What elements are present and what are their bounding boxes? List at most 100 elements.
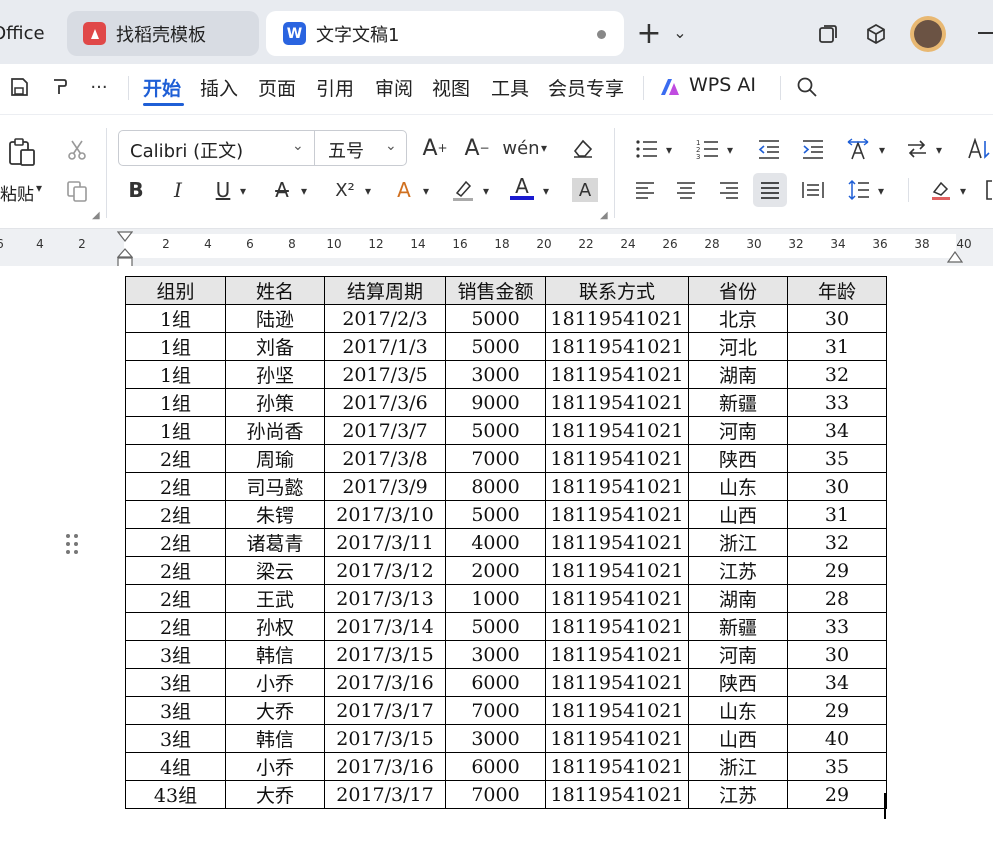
- tab-tools[interactable]: 工具: [491, 74, 529, 101]
- tab-membership[interactable]: 会员专享: [548, 74, 624, 101]
- underline-button[interactable]: U: [211, 177, 235, 203]
- table-cell[interactable]: 7000: [445, 444, 546, 473]
- line-spacing-dropdown-icon[interactable]: ▾: [875, 181, 887, 201]
- minimize-icon[interactable]: [978, 32, 993, 34]
- table-cell[interactable]: 18119541021: [545, 752, 689, 781]
- cube-icon[interactable]: [864, 22, 888, 46]
- bullet-list-dropdown-icon[interactable]: ▾: [663, 140, 675, 160]
- table-cell[interactable]: 29: [787, 780, 887, 809]
- align-left-icon[interactable]: [633, 178, 657, 202]
- table-cell[interactable]: 35: [787, 444, 887, 473]
- tab-list-dropdown-icon[interactable]: ⌄: [670, 20, 690, 44]
- table-cell[interactable]: 5000: [445, 332, 546, 361]
- underline-dropdown-icon[interactable]: ▾: [237, 181, 249, 201]
- decrease-indent-icon[interactable]: [756, 136, 782, 162]
- table-cell[interactable]: 7000: [445, 780, 546, 809]
- table-cell[interactable]: 1000: [445, 584, 546, 613]
- table-cell[interactable]: 山西: [688, 500, 788, 529]
- table-cell[interactable]: 43组: [125, 780, 226, 809]
- align-right-icon[interactable]: [717, 178, 741, 202]
- table-cell[interactable]: 2017/3/17: [324, 696, 446, 725]
- table-cell[interactable]: 2组: [125, 612, 226, 641]
- table-cell[interactable]: 33: [787, 612, 887, 641]
- table-cell[interactable]: 2组: [125, 528, 226, 557]
- distributed-align-icon[interactable]: [800, 178, 826, 202]
- phonetic-guide-icon[interactable]: wén: [502, 135, 539, 161]
- increase-indent-icon[interactable]: [800, 136, 826, 162]
- tab-wps-ai[interactable]: WPS AI: [689, 74, 756, 96]
- table-cell[interactable]: 山西: [688, 724, 788, 753]
- cut-icon[interactable]: [63, 136, 91, 164]
- table-cell[interactable]: 韩信: [225, 640, 325, 669]
- table-cell[interactable]: 18119541021: [545, 500, 689, 529]
- table-cell[interactable]: 河南: [688, 640, 788, 669]
- paste-icon[interactable]: [4, 134, 40, 170]
- text-direction-dropdown-icon[interactable]: ▾: [876, 140, 888, 160]
- strike-dropdown-icon[interactable]: ▾: [298, 181, 310, 201]
- justify-button[interactable]: [753, 173, 787, 207]
- table-cell[interactable]: 小乔: [225, 668, 325, 697]
- tab-office[interactable]: Office: [0, 11, 55, 56]
- strikethrough-button[interactable]: A: [270, 177, 294, 203]
- header-cell[interactable]: 省份: [688, 276, 788, 305]
- table-cell[interactable]: 1组: [125, 304, 226, 333]
- text-direction-icon[interactable]: [844, 136, 872, 162]
- table-cell[interactable]: 小乔: [225, 752, 325, 781]
- table-cell[interactable]: 18119541021: [545, 472, 689, 501]
- text-effect-button[interactable]: A: [392, 177, 416, 203]
- tab-view[interactable]: 视图: [432, 74, 470, 101]
- table-cell[interactable]: 新疆: [688, 388, 788, 417]
- table-cell[interactable]: 3组: [125, 668, 226, 697]
- table-cell[interactable]: 江苏: [688, 780, 788, 809]
- tab-home[interactable]: 开始: [143, 74, 181, 101]
- table-cell[interactable]: 2000: [445, 556, 546, 585]
- table-cell[interactable]: 18119541021: [545, 304, 689, 333]
- table-cell[interactable]: 1组: [125, 360, 226, 389]
- paragraph-shading-icon[interactable]: [928, 178, 954, 202]
- borders-icon[interactable]: [985, 178, 993, 202]
- table-cell[interactable]: 31: [787, 500, 887, 529]
- table-cell[interactable]: 30: [787, 472, 887, 501]
- table-cell[interactable]: 7000: [445, 696, 546, 725]
- table-cell[interactable]: 朱锷: [225, 500, 325, 529]
- table-cell[interactable]: 18119541021: [545, 332, 689, 361]
- table-cell[interactable]: 30: [787, 640, 887, 669]
- tab-review[interactable]: 审阅: [375, 74, 413, 101]
- table-cell[interactable]: 34: [787, 416, 887, 445]
- more-commands-button[interactable]: ···: [86, 74, 112, 100]
- table-drag-handle-icon[interactable]: [65, 533, 79, 555]
- table-cell[interactable]: 2017/3/16: [324, 752, 446, 781]
- table-cell[interactable]: 2组: [125, 584, 226, 613]
- font-name-select[interactable]: Calibri (正文): [130, 137, 243, 163]
- table-cell[interactable]: 2017/3/14: [324, 612, 446, 641]
- table-cell[interactable]: 2组: [125, 500, 226, 529]
- clear-format-icon[interactable]: [569, 135, 597, 161]
- table-cell[interactable]: 6000: [445, 668, 546, 697]
- sales-table[interactable]: 组别 姓名 结算周期 销售金额 联系方式 省份 年龄 1组 陆逊 2017/2/3 5…: [125, 276, 887, 809]
- table-cell[interactable]: 18119541021: [545, 528, 689, 557]
- text-effect-dropdown-icon[interactable]: ▾: [420, 181, 432, 201]
- table-cell[interactable]: 2017/3/13: [324, 584, 446, 613]
- phonetic-dropdown-icon[interactable]: ▾: [538, 138, 550, 158]
- table-cell[interactable]: 4000: [445, 528, 546, 557]
- first-line-indent-marker[interactable]: [116, 228, 134, 247]
- new-tab-button[interactable]: +: [634, 16, 664, 51]
- table-cell[interactable]: 山东: [688, 472, 788, 501]
- table-cell[interactable]: 18119541021: [545, 360, 689, 389]
- clipboard-expand-icon[interactable]: ◢: [92, 210, 100, 221]
- table-cell[interactable]: 江苏: [688, 556, 788, 585]
- save-icon[interactable]: [6, 74, 32, 100]
- table-cell[interactable]: 湖南: [688, 360, 788, 389]
- table-cell[interactable]: 3组: [125, 640, 226, 669]
- right-indent-marker[interactable]: [946, 248, 964, 267]
- tab-references[interactable]: 引用: [316, 74, 354, 101]
- table-cell[interactable]: 32: [787, 360, 887, 389]
- table-cell[interactable]: 2017/3/8: [324, 444, 446, 473]
- superscript-dropdown-icon[interactable]: ▾: [362, 181, 374, 201]
- table-cell[interactable]: 5000: [445, 304, 546, 333]
- table-cell[interactable]: 28: [787, 584, 887, 613]
- bold-button[interactable]: B: [124, 177, 148, 203]
- table-cell[interactable]: 18119541021: [545, 444, 689, 473]
- grow-font-icon[interactable]: A +: [422, 135, 448, 161]
- table-cell[interactable]: 诸葛青: [225, 528, 325, 557]
